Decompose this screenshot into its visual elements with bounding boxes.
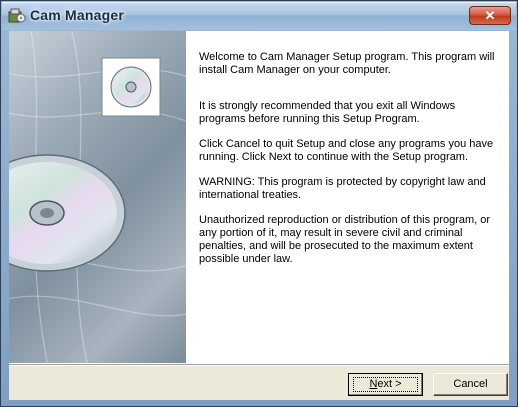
cancel-button[interactable]: Cancel: [433, 373, 508, 396]
welcome-text-area: Welcome to Cam Manager Setup program. Th…: [199, 51, 499, 278]
dialog-client: Welcome to Cam Manager Setup program. Th…: [9, 31, 509, 400]
setup-window: Cam Manager ✕ Welcome to Cam Manager Set…: [0, 0, 518, 407]
cancel-info-text: Click Cancel to quit Setup and close any…: [199, 138, 494, 163]
warning-text: WARNING: This program is protected by co…: [199, 176, 486, 201]
side-banner-art: [9, 31, 186, 363]
next-label-rest: ext >: [377, 378, 402, 390]
setup-app-icon: [8, 8, 26, 23]
welcome-text: Welcome to Cam Manager Setup program. Th…: [199, 51, 495, 76]
side-banner: [9, 31, 186, 363]
recommend-text: It is strongly recommended that you exit…: [199, 100, 456, 125]
cd-disc-icon: [9, 154, 126, 272]
title-bar[interactable]: Cam Manager ✕: [2, 2, 516, 30]
cd-tile-icon: [101, 57, 161, 117]
dialog-footer: Next > Cancel: [9, 366, 509, 400]
window-title: Cam Manager: [30, 7, 125, 23]
next-button[interactable]: Next >: [348, 373, 423, 396]
close-button[interactable]: ✕: [469, 6, 511, 25]
next-button-label: Next >: [369, 378, 401, 390]
unauthorized-text: Unauthorized reproduction or distributio…: [199, 214, 491, 265]
